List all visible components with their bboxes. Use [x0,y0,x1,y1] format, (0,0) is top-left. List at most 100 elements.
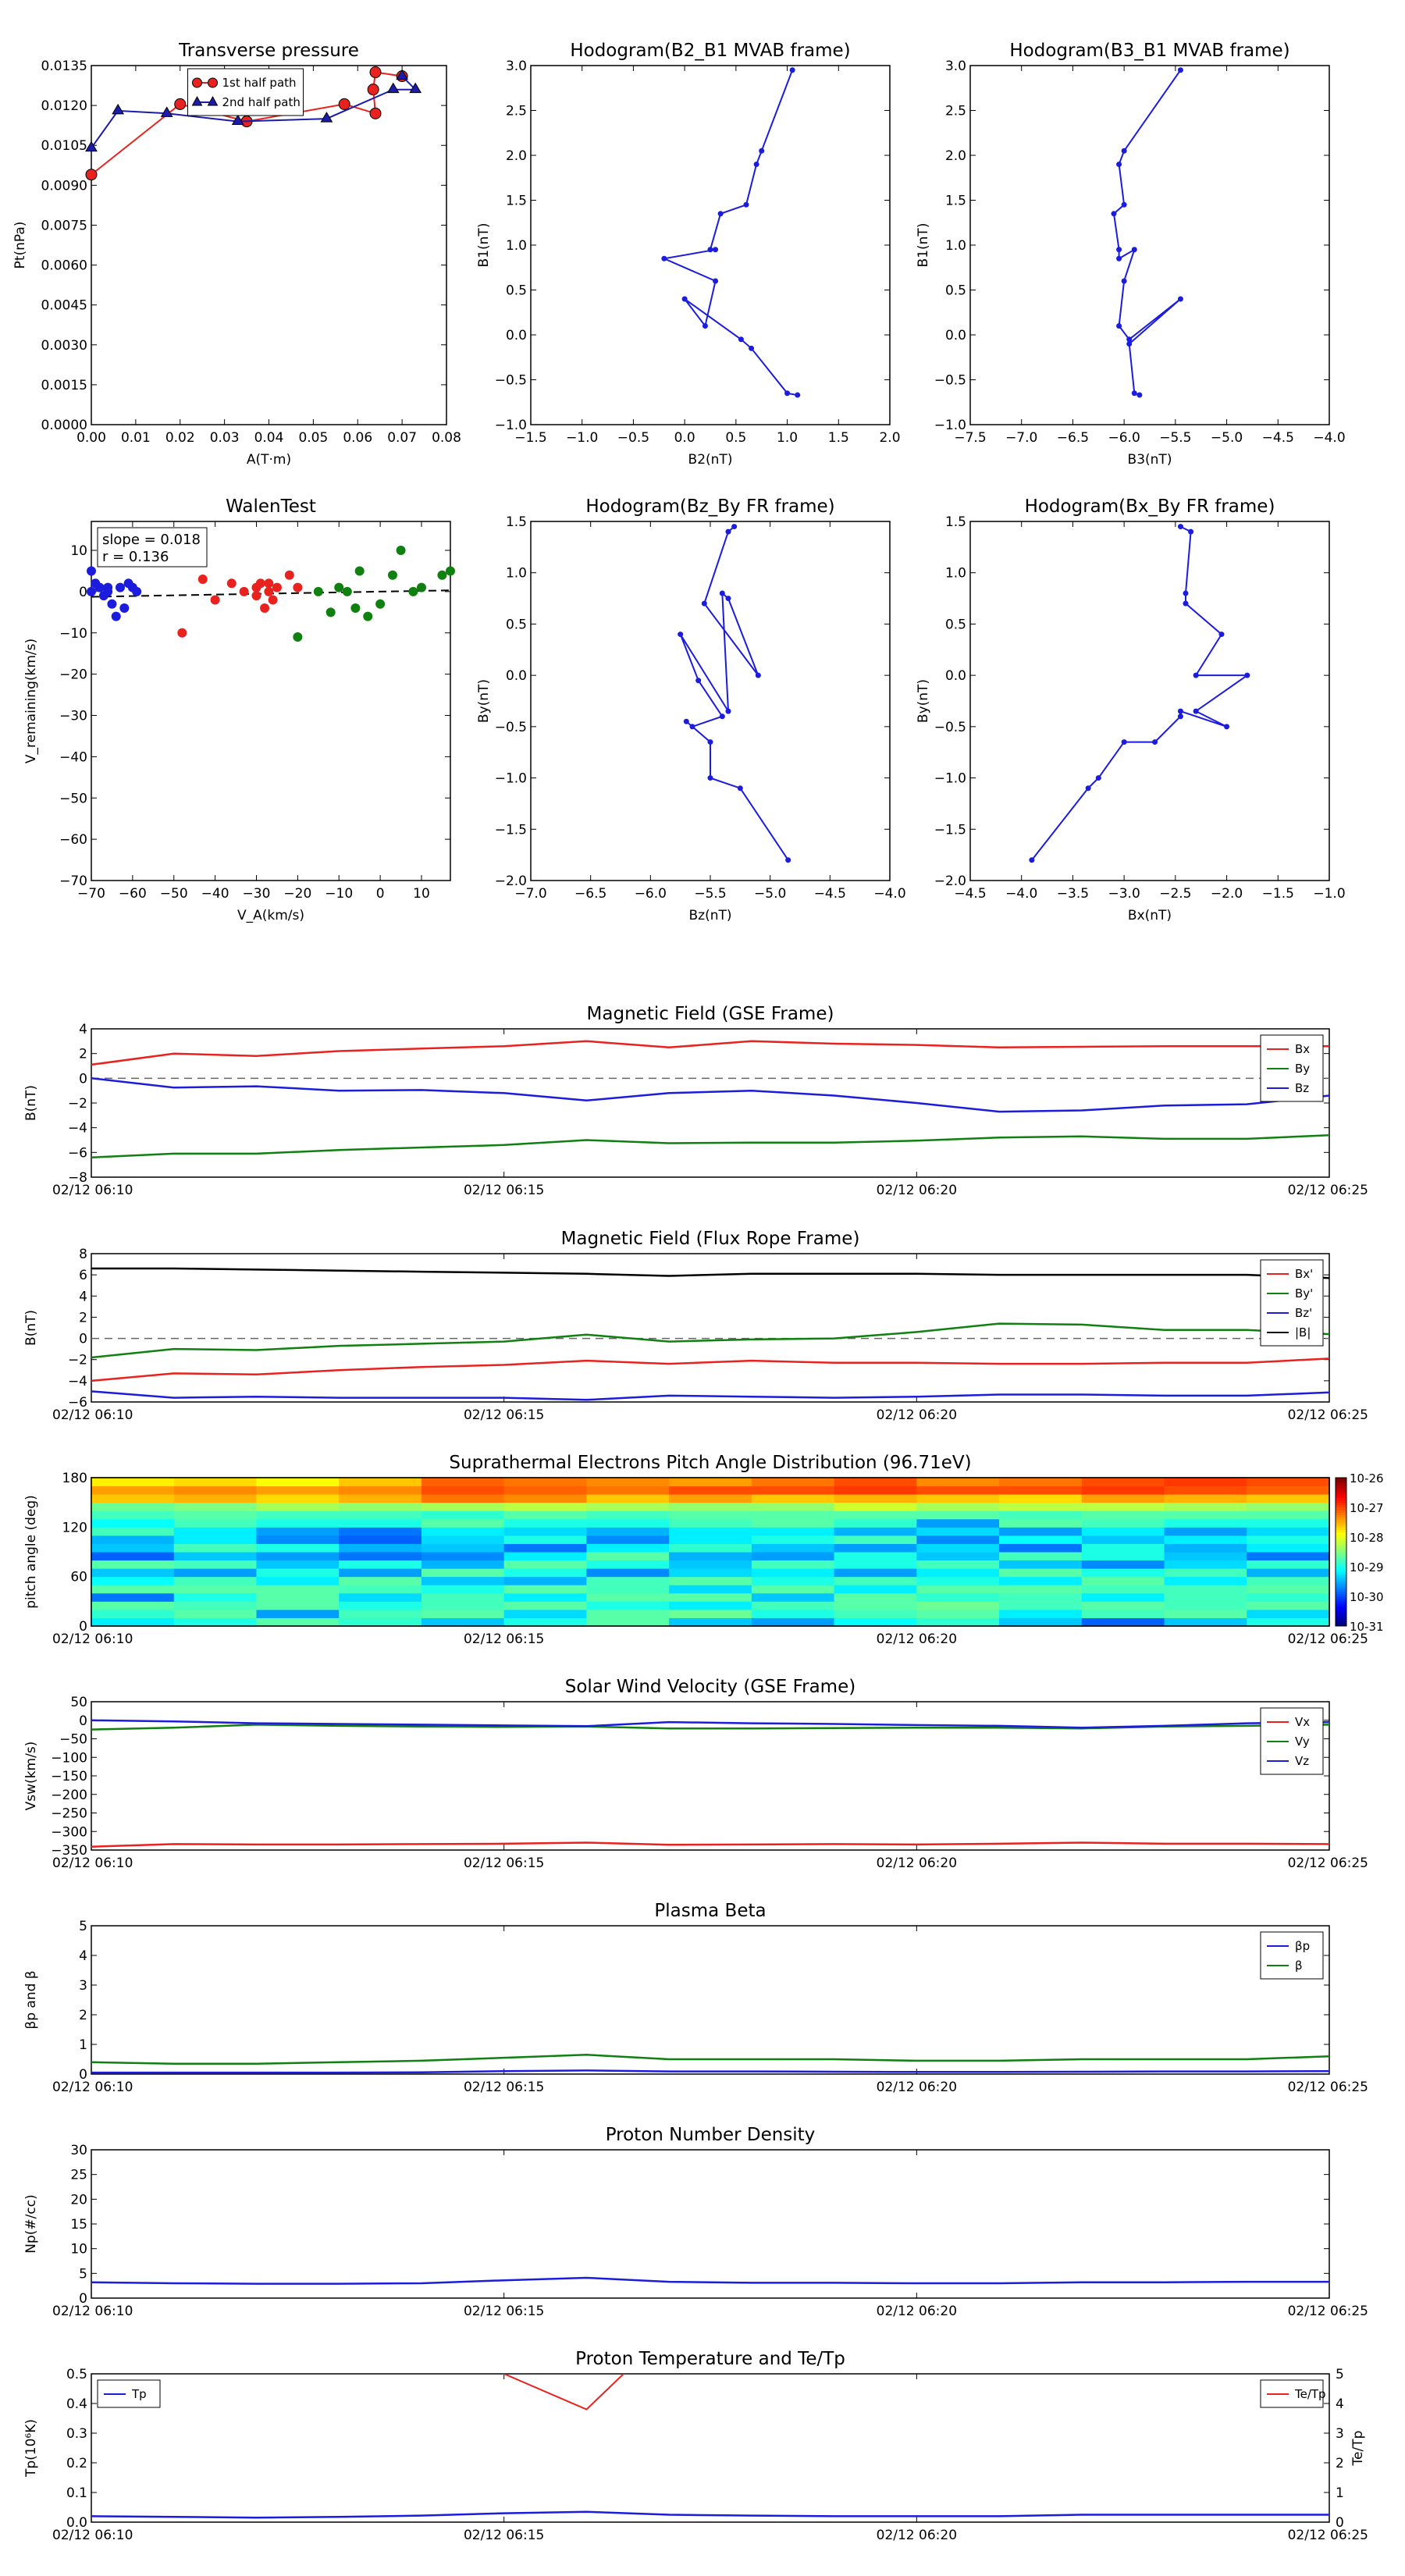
heatmap-cell [91,1478,175,1487]
x-tick-label: 0.08 [432,430,461,446]
data-point [789,67,795,73]
heatmap-cell [916,1478,1000,1487]
heatmap-cell [421,1560,505,1569]
heatmap-cell [421,1543,505,1553]
heatmap-cell [999,1535,1083,1544]
heatmap-cell [916,1510,1000,1520]
colorbar-cell [1336,1527,1346,1530]
heatmap-cell [421,1518,505,1528]
series-line [91,2054,1330,2065]
heatmap-cell [173,1592,257,1602]
colorbar-tick-label: 10-29 [1350,1560,1384,1574]
y-tick-label: 1.0 [945,566,966,582]
colorbar-cell [1336,1478,1346,1481]
heatmap-cell [586,1552,670,1561]
heatmap-cell [256,1543,340,1553]
y-tick-label: 0.0 [945,668,966,684]
x-tick-label: −5.0 [754,886,786,902]
data-point [369,66,382,79]
y-tick-label: 0 [79,2067,87,2083]
x-tick-label: 2.0 [879,430,900,446]
heatmap-cell [173,1478,257,1487]
heatmap-cell [586,1617,670,1627]
heatmap-cell [256,1576,340,1585]
colorbar-cell [1336,1586,1346,1589]
heatmap-cell [421,1502,505,1511]
x-tick-label: 0 [376,886,385,902]
x-tick-label: −5.5 [1159,430,1191,446]
x-tick-label: 02/12 06:20 [877,2528,957,2543]
y-tick-label: −10 [59,626,87,642]
y-tick-label: 0.0015 [41,378,87,393]
y-tick-label: 2.0 [506,148,527,164]
series-line [91,2276,1329,2285]
heatmap-cell [669,1552,752,1561]
heatmap-cell [1164,1552,1247,1561]
y-tick-label: −200 [51,1788,87,1803]
data-point [1183,590,1189,596]
heatmap-cell [916,1585,1000,1594]
chart-title: Hodogram(Bx_By FR frame) [1025,496,1275,517]
chart-np: Proton Number Density 02/12 06:10 02/12 06… [23,2125,1368,2319]
colorbar-cell [1336,1534,1346,1538]
data-point [785,857,791,863]
data-point [107,599,117,609]
heatmap-cell [751,1601,835,1610]
data-point [1116,255,1122,262]
y-tick-label: −6 [68,1395,87,1411]
heatmap-cell [1081,1510,1165,1520]
x-tick-label: −7.0 [1005,430,1037,446]
heatmap-cell [173,1535,257,1544]
data-point [707,775,713,781]
y-tick-label: 0.0 [506,668,527,684]
heatmap-cell [91,1535,175,1544]
colorbar-cell [1336,1512,1346,1515]
y-tick-label: 1.5 [945,514,966,530]
heatmap-cell [173,1552,257,1561]
data-point [701,600,707,607]
data-point [1177,713,1183,720]
heatmap-cell [91,1617,175,1627]
colorbar-cell [1336,1554,1346,1557]
colorbar-cell [1336,1504,1346,1508]
data-point [725,708,731,714]
data-point [678,632,684,638]
legend-label: Vz [1295,1754,1309,1768]
heatmap-cell [669,1518,752,1528]
heatmap-cell [421,1527,505,1536]
colorbar-cell [1336,1507,1346,1510]
heatmap-cell [503,1592,587,1602]
colorbar-cell [1336,1574,1346,1578]
plot-frame [91,1028,1330,1178]
x-tick-label: −1.0 [566,430,598,446]
y-tick-label: 4 [79,1022,87,1037]
heatmap-cell [173,1502,257,1511]
y-tick-label: 2.5 [506,104,527,119]
heatmap-cell [751,1585,835,1594]
y-axis-label: B(nT) [23,1310,39,1346]
x-tick-label: 02/12 06:20 [877,1407,957,1423]
data-point [313,586,323,596]
heatmap-cell [421,1592,505,1602]
y-tick-label: −2 [68,1096,87,1112]
data-point [1121,739,1127,745]
x-tick-label: 0.05 [298,430,328,446]
y-tick-label: 10 [70,543,87,559]
heatmap-cell [91,1609,175,1618]
heatmap-cell [1164,1518,1247,1528]
heatmap-cell [256,1585,340,1594]
heatmap-cell [421,1601,505,1610]
heatmap-cell [421,1552,505,1561]
heatmap-cell [1247,1535,1330,1544]
y-right-tick-label: 1 [1336,2485,1344,2501]
heatmap-cell [586,1535,670,1544]
data-point [1188,528,1194,535]
x-tick-label: 1.5 [828,430,849,446]
data-point [255,578,265,589]
data-point [293,632,303,642]
legend: Te/Tp [1260,2379,1326,2408]
data-point [197,575,208,585]
colorbar-cell [1336,1482,1346,1485]
heatmap-cell [751,1510,835,1520]
x-tick-label: −4.0 [1313,430,1345,446]
